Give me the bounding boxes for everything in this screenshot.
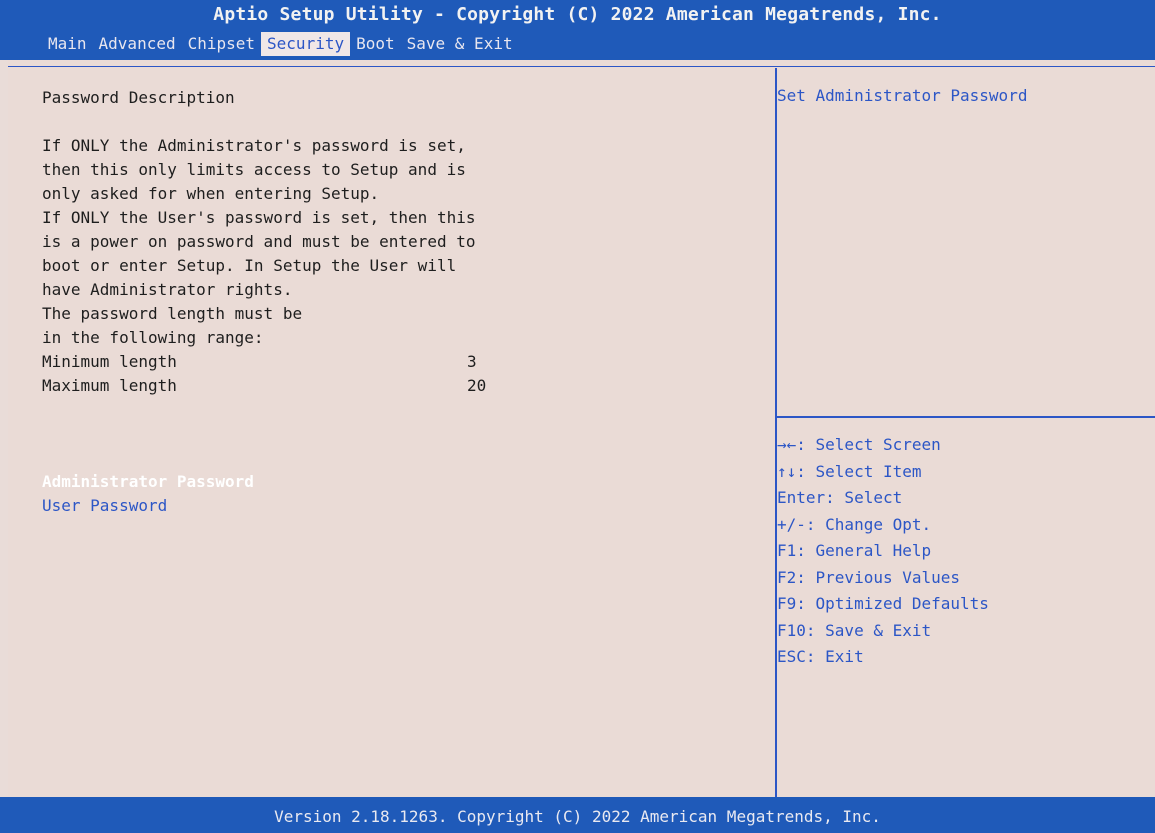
maximum-length-label: Maximum length — [42, 376, 177, 395]
key-general-help: F1: General Help — [777, 541, 932, 560]
help-text: Set Administrator Password — [777, 86, 1028, 105]
description-line: boot or enter Setup. In Setup the User w… — [42, 256, 457, 275]
maximum-length-row: Maximum length 20 — [42, 374, 762, 398]
minimum-length-label: Minimum length — [42, 352, 177, 371]
tab-main[interactable]: Main — [42, 32, 93, 56]
description-line: If ONLY the Administrator's password is … — [42, 136, 466, 155]
tab-security[interactable]: Security — [261, 32, 351, 56]
tab-bar: Main Advanced Chipset Security Boot Save… — [42, 32, 519, 56]
minimum-length-value: 3 — [467, 352, 477, 371]
description-line: only asked for when entering Setup. — [42, 184, 380, 203]
tab-boot[interactable]: Boot — [350, 32, 401, 56]
key-select-screen: →←: Select Screen — [777, 435, 941, 454]
user-password-item[interactable]: User Password — [42, 494, 762, 518]
left-pane: Password Description If ONLY the Adminis… — [42, 86, 762, 518]
top-divider — [8, 66, 1155, 67]
app-title: Aptio Setup Utility - Copyright (C) 2022… — [213, 4, 942, 25]
description-line: The password length must be — [42, 304, 303, 323]
description-line: in the following range: — [42, 328, 264, 347]
tab-advanced[interactable]: Advanced — [93, 32, 182, 56]
key-exit: ESC: Exit — [777, 647, 864, 666]
description-line: then this only limits access to Setup an… — [42, 160, 466, 179]
key-enter: Enter: Select — [777, 488, 903, 507]
description-line: is a power on password and must be enter… — [42, 232, 476, 251]
maximum-length-value: 20 — [467, 376, 487, 395]
minimum-length-row: Minimum length 3 — [42, 350, 762, 374]
administrator-password-item[interactable]: Administrator Password — [42, 470, 762, 494]
key-select-item: ↑↓: Select Item — [777, 461, 922, 481]
key-optimized-defaults: F9: Optimized Defaults — [777, 594, 989, 613]
description-line: have Administrator rights. — [42, 280, 293, 299]
description-line: If ONLY the User's password is set, then… — [42, 208, 476, 227]
tab-chipset[interactable]: Chipset — [182, 32, 261, 56]
key-legend: →←: Select Screen ↑↓: Select Item Enter:… — [777, 432, 989, 671]
bottom-bar: Version 2.18.1263. Copyright (C) 2022 Am… — [0, 797, 1155, 833]
key-previous-values: F2: Previous Values — [777, 567, 961, 587]
key-save-exit: F10: Save & Exit — [777, 620, 932, 640]
version-text: Version 2.18.1263. Copyright (C) 2022 Am… — [274, 807, 881, 826]
password-description-heading: Password Description — [42, 88, 235, 107]
key-change-opt: +/-: Change Opt. — [777, 514, 932, 534]
help-divider — [776, 416, 1155, 418]
top-bar: Aptio Setup Utility - Copyright (C) 2022… — [0, 0, 1155, 60]
tab-save-exit[interactable]: Save & Exit — [401, 32, 519, 56]
